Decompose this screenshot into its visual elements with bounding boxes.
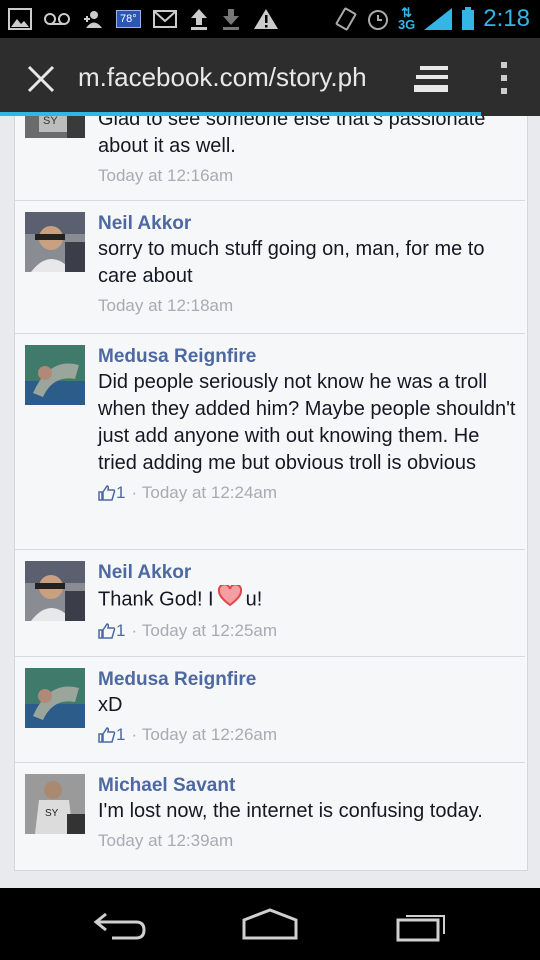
signal-icon <box>423 7 453 31</box>
alarm-icon <box>366 7 390 31</box>
close-icon[interactable] <box>22 60 60 98</box>
like-icon <box>98 727 116 743</box>
avatar[interactable] <box>25 561 85 621</box>
vibrate-icon <box>334 7 358 31</box>
avatar[interactable] <box>25 668 85 728</box>
comment-item: Medusa Reignfire Did people seriously no… <box>15 334 525 550</box>
comment-timestamp[interactable]: Today at 12:24am <box>142 481 277 505</box>
comment-text: Thank God! Iu! <box>98 583 518 615</box>
comment-item: SY Glad to see someone else that's passi… <box>15 116 525 201</box>
avatar[interactable] <box>25 345 85 405</box>
like-count[interactable]: 1 <box>98 481 125 505</box>
gallery-icon <box>8 8 32 30</box>
comments-list: SY Glad to see someone else that's passi… <box>14 116 528 871</box>
add-person-icon <box>82 9 104 29</box>
avatar[interactable]: SY <box>25 774 85 834</box>
svg-text:SY: SY <box>45 808 59 819</box>
navigation-bar <box>0 888 540 960</box>
comment-item: Medusa Reignfire xD 1 · Today at 12:26am <box>15 657 525 763</box>
svg-text:SY: SY <box>43 116 58 127</box>
overflow-menu-icon[interactable] <box>492 58 516 98</box>
avatar[interactable]: SY <box>25 116 85 138</box>
comment-author[interactable]: Medusa Reignfire <box>98 345 518 369</box>
comment-item: SY Michael Savant I'm lost now, the inte… <box>15 763 525 869</box>
gmail-icon <box>152 9 177 29</box>
home-icon[interactable] <box>240 906 300 947</box>
comment-text: I'm lost now, the internet is confusing … <box>98 800 483 822</box>
comment-timestamp[interactable]: Today at 12:25am <box>142 619 277 643</box>
comment-timestamp[interactable]: Today at 12:18am <box>98 294 233 318</box>
tabs-icon[interactable] <box>412 62 452 96</box>
comment-author[interactable]: Medusa Reignfire <box>98 668 518 692</box>
upload-icon <box>189 7 209 31</box>
comment-timestamp[interactable]: Today at 12:39am <box>98 829 233 853</box>
battery-icon <box>461 7 475 31</box>
comment-timestamp[interactable]: Today at 12:16am <box>98 164 233 188</box>
url-bar: m.facebook.com/story.ph <box>0 38 540 114</box>
like-icon <box>98 485 116 501</box>
comment-item: Neil Akkor sorry to much stuff going on,… <box>15 201 525 334</box>
clock: 2:18 <box>483 5 530 32</box>
comment-timestamp[interactable]: Today at 12:26am <box>142 723 277 747</box>
comment-text: xD <box>98 694 123 716</box>
status-bar: 78° ⇅ 3G 2:18 <box>0 0 540 38</box>
like-icon <box>98 623 116 639</box>
weather-icon: 78° <box>116 10 141 28</box>
warning-icon <box>253 8 279 30</box>
comment-author[interactable]: Neil Akkor <box>98 561 518 585</box>
like-count[interactable]: 1 <box>98 723 125 747</box>
comment-text: sorry to much stuff going on, man, for m… <box>98 238 485 287</box>
comment-text: Glad to see someone else that's passiona… <box>98 116 486 157</box>
comment-item: Neil Akkor Thank God! Iu! 1 · Today at 1… <box>15 550 525 657</box>
comment-author[interactable]: Michael Savant <box>98 774 518 798</box>
recent-apps-icon[interactable] <box>394 906 450 947</box>
avatar[interactable] <box>25 212 85 272</box>
url-field[interactable]: m.facebook.com/story.ph <box>78 60 383 94</box>
comment-text: Did people seriously not know he was a t… <box>98 371 516 474</box>
like-count[interactable]: 1 <box>98 619 125 643</box>
heart-emoji-icon <box>217 583 242 615</box>
back-icon[interactable] <box>92 906 148 947</box>
network-3g-icon: ⇅ 3G <box>397 5 416 32</box>
comment-author[interactable]: Neil Akkor <box>98 212 518 236</box>
voicemail-icon <box>44 12 70 26</box>
download-icon <box>221 7 241 31</box>
